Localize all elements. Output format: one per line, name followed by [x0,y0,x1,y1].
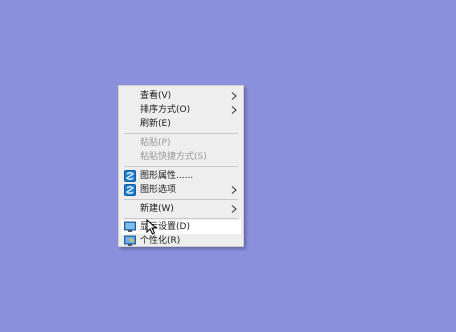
menu-item-new[interactable]: 新建(W) [121,202,241,216]
menu-item-personalize[interactable]: 个性化(R) [121,234,241,248]
menu-item-label: 刷新(E) [140,119,171,129]
chevron-right-icon [231,92,237,100]
intel-graphics-icon [124,170,136,182]
desktop-context-menu: 查看(V) 排序方式(O) 刷新(E) 粘贴(P) 粘贴快捷方式(S) 图形属性… [118,85,244,247]
menu-item-refresh[interactable]: 刷新(E) [121,117,241,131]
menu-separator [124,166,238,167]
menu-item-sort-by[interactable]: 排序方式(O) [121,103,241,117]
menu-item-graphics-properties[interactable]: 图形属性...... [121,169,241,183]
menu-item-paste-shortcut: 粘贴快捷方式(S) [121,150,241,164]
menu-item-graphics-options[interactable]: 图形选项 [121,183,241,197]
menu-item-paste: 粘贴(P) [121,136,241,150]
intel-graphics-icon [124,184,136,196]
chevron-right-icon [231,205,237,213]
personalize-icon [124,235,136,246]
menu-separator [124,218,238,219]
menu-item-view[interactable]: 查看(V) [121,89,241,103]
menu-item-label: 图形选项 [140,185,177,195]
menu-item-label: 粘贴快捷方式(S) [140,152,207,162]
menu-separator [124,133,238,134]
menu-item-label: 粘贴(P) [140,138,171,148]
menu-item-label: 图形属性...... [140,171,194,181]
menu-separator [124,199,238,200]
chevron-right-icon [231,106,237,114]
display-settings-icon [124,221,136,232]
menu-item-label: 查看(V) [140,91,172,101]
menu-item-display-settings[interactable]: 显示设置(D) [121,220,241,234]
chevron-right-icon [231,186,237,194]
mouse-cursor-icon [146,219,158,235]
menu-item-label: 新建(W) [140,204,174,214]
menu-item-label: 排序方式(O) [140,105,191,115]
menu-item-label: 个性化(R) [140,236,181,246]
